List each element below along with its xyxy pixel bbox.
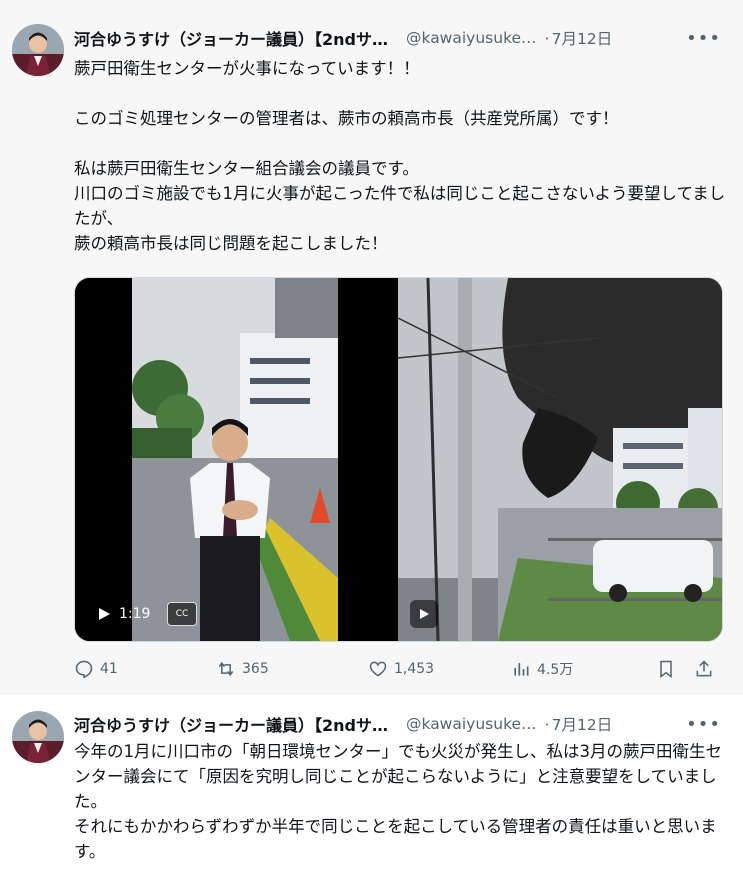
- reply-button[interactable]: 41: [74, 659, 216, 679]
- more-options-icon[interactable]: •••: [686, 714, 735, 735]
- heart-icon: [369, 661, 387, 677]
- bookmark-icon: [660, 660, 672, 678]
- tweet[interactable]: 河合ゆうすけ（ジョーカー議員）【2ndサ… @kawaiyusuke… · 7月…: [0, 695, 743, 879]
- share-icon: [696, 660, 712, 677]
- action-bar: 41 365 1,453 4.5万: [74, 655, 724, 683]
- like-button[interactable]: 1,453: [368, 659, 511, 679]
- play-icon[interactable]: [410, 600, 438, 628]
- bookmark-button[interactable]: [656, 659, 694, 679]
- views-icon: [514, 663, 529, 676]
- more-options-icon[interactable]: •••: [686, 28, 735, 49]
- reply-count: 41: [100, 661, 118, 677]
- tweet-date[interactable]: 7月12日: [552, 27, 613, 49]
- video-duration: 1:19: [119, 606, 151, 622]
- captions-icon[interactable]: CC: [167, 602, 197, 626]
- user-handle[interactable]: @kawaiyusuke…: [406, 715, 537, 733]
- like-count: 1,453: [394, 661, 435, 677]
- view-count: 4.5万: [537, 662, 574, 678]
- separator-dot: ·: [544, 714, 550, 734]
- tweet-header: 河合ゆうすけ（ジョーカー議員）【2ndサ… @kawaiyusuke… · 7月…: [74, 25, 735, 51]
- video-controls[interactable]: 1:19: [89, 602, 158, 626]
- fire-image[interactable]: [398, 278, 722, 641]
- user-handle[interactable]: @kawaiyusuke…: [406, 29, 537, 47]
- repost-button[interactable]: 365: [216, 659, 368, 679]
- avatar[interactable]: [12, 24, 64, 76]
- tweet-text: 今年の1月に川口市の「朝日環境センター」でも火災が発生し、私は3月の蕨戸田衛生セ…: [74, 742, 722, 861]
- views-button[interactable]: 4.5万: [511, 659, 656, 679]
- play-icon[interactable]: [97, 607, 111, 621]
- tweet-text: 蕨戸田衛生センターが火事になっています！！ このゴミ処理センターの管理者は、蕨市…: [74, 59, 726, 253]
- avatar[interactable]: [12, 711, 64, 763]
- tweet-date[interactable]: 7月12日: [552, 713, 613, 735]
- video-player[interactable]: 1:19 CC: [75, 278, 396, 641]
- repost-count: 365: [242, 661, 269, 677]
- repost-icon: [218, 661, 234, 677]
- share-button[interactable]: [694, 659, 724, 679]
- tweet[interactable]: 河合ゆうすけ（ジョーカー議員）【2ndサ… @kawaiyusuke… · 7月…: [0, 0, 743, 695]
- display-name[interactable]: 河合ゆうすけ（ジョーカー議員）【2ndサ…: [74, 712, 388, 736]
- reply-icon: [75, 660, 93, 679]
- media-grid: 1:19 CC: [74, 277, 723, 642]
- separator-dot: ·: [544, 28, 550, 48]
- tweet-header: 河合ゆうすけ（ジョーカー議員）【2ndサ… @kawaiyusuke… · 7月…: [74, 711, 735, 737]
- display-name[interactable]: 河合ゆうすけ（ジョーカー議員）【2ndサ…: [74, 26, 388, 50]
